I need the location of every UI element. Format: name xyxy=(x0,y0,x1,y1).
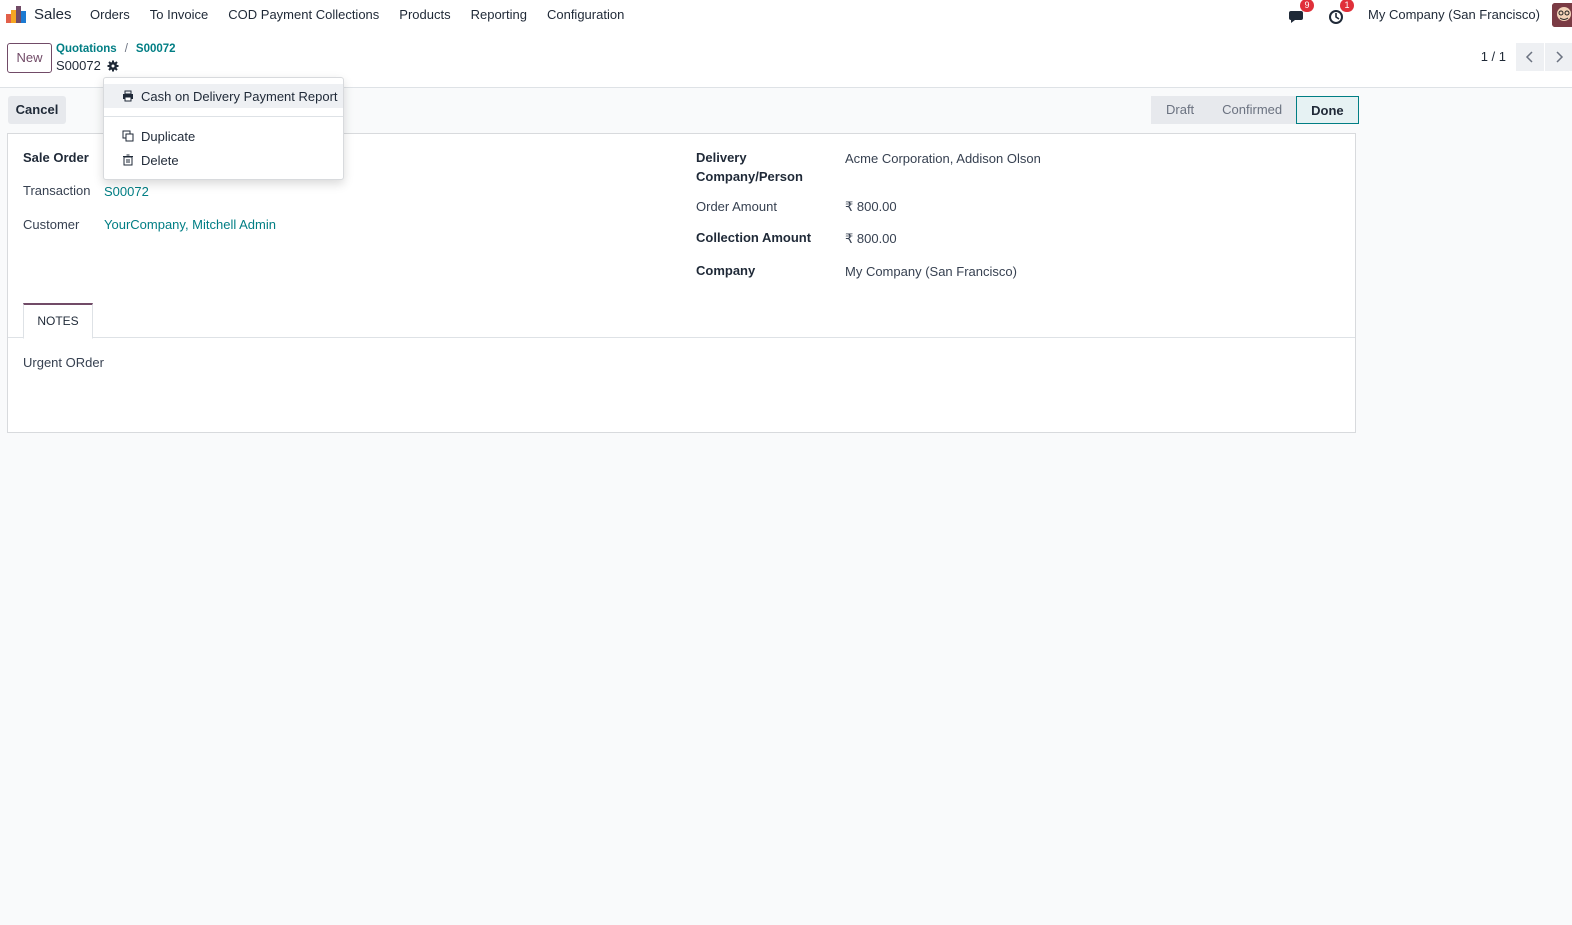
menu-to-invoice[interactable]: To Invoice xyxy=(140,0,219,29)
breadcrumb-separator: / xyxy=(124,43,128,55)
order-amount-label: Order Amount xyxy=(696,199,777,214)
customer-link[interactable]: YourCompany, Mitchell Admin xyxy=(104,217,276,232)
chevron-right-icon xyxy=(1556,51,1564,63)
top-navbar: Sales Orders To Invoice COD Payment Coll… xyxy=(0,0,1572,29)
breadcrumb-record[interactable]: S00072 xyxy=(136,43,176,55)
activities-button[interactable]: 1 xyxy=(1328,0,1355,25)
pager-previous-button[interactable] xyxy=(1516,43,1544,71)
pager-value[interactable]: 1 / 1 xyxy=(1481,49,1506,64)
menu-orders[interactable]: Orders xyxy=(80,0,140,29)
record-title-text: S00072 xyxy=(56,58,101,73)
duplicate-item[interactable]: Duplicate xyxy=(104,124,343,148)
messages-button[interactable]: 9 xyxy=(1288,0,1315,25)
stage-draft[interactable]: Draft xyxy=(1151,96,1209,124)
messages-badge: 9 xyxy=(1300,0,1315,12)
pager-next-button[interactable] xyxy=(1545,43,1572,71)
user-avatar[interactable] xyxy=(1552,2,1572,27)
customer-label: Customer xyxy=(23,217,80,232)
copy-icon xyxy=(122,130,134,142)
trash-icon xyxy=(123,154,133,166)
company-label: Company xyxy=(696,263,756,278)
breadcrumb-quotations[interactable]: Quotations xyxy=(56,43,117,55)
status-bar: Draft Confirmed Done xyxy=(1151,96,1359,124)
delivery-label-line2: Company/Person xyxy=(696,169,803,184)
main-menu: Orders To Invoice COD Payment Collection… xyxy=(80,0,634,29)
record-title: S00072 xyxy=(56,58,119,73)
print-cod-report-label: Cash on Delivery Payment Report xyxy=(141,88,338,104)
menu-cod-payment-collections[interactable]: COD Payment Collections xyxy=(218,0,389,29)
menu-products[interactable]: Products xyxy=(389,0,460,29)
transaction-link[interactable]: S00072 xyxy=(104,184,149,199)
duplicate-label: Duplicate xyxy=(141,128,196,144)
delete-label: Delete xyxy=(141,152,179,168)
collection-amount-label: Collection Amount xyxy=(696,230,812,245)
tab-notes[interactable]: NOTES xyxy=(23,303,93,339)
notes-text[interactable]: Urgent ORder xyxy=(23,355,104,370)
notebook-tabs: NOTES xyxy=(8,303,1355,339)
company-value[interactable]: My Company (San Francisco) xyxy=(845,264,1017,279)
actions-dropdown: Cash on Delivery Payment Report Duplicat… xyxy=(103,77,344,180)
stage-done[interactable]: Done xyxy=(1296,96,1359,124)
breadcrumb: Quotations / S00072 xyxy=(56,43,176,55)
sales-app-icon[interactable] xyxy=(6,5,26,23)
cancel-button[interactable]: Cancel xyxy=(8,96,66,124)
order-amount-value: ₹ 800.00 xyxy=(845,199,897,214)
new-button[interactable]: New xyxy=(7,43,52,73)
stage-confirmed[interactable]: Confirmed xyxy=(1208,96,1297,124)
menu-reporting[interactable]: Reporting xyxy=(461,0,537,29)
company-switcher[interactable]: My Company (San Francisco) xyxy=(1368,7,1540,22)
gear-icon[interactable] xyxy=(107,60,119,72)
chevron-left-icon xyxy=(1525,51,1533,63)
sale-order-label: Sale Order xyxy=(23,150,89,165)
dropdown-divider xyxy=(104,116,343,117)
app-name[interactable]: Sales xyxy=(34,6,72,23)
delivery-value[interactable]: Acme Corporation, Addison Olson xyxy=(845,151,1041,166)
transaction-label: Transaction xyxy=(23,183,91,198)
activities-badge: 1 xyxy=(1340,0,1355,12)
menu-configuration[interactable]: Configuration xyxy=(537,0,634,29)
delete-item[interactable]: Delete xyxy=(104,148,343,172)
print-cod-report-item[interactable]: Cash on Delivery Payment Report xyxy=(104,84,343,108)
systray: 9 1 My Company (San Francisco) xyxy=(1288,0,1572,29)
delivery-label-line1: Delivery xyxy=(696,150,747,165)
collection-amount-value[interactable]: ₹ 800.00 xyxy=(845,231,897,247)
print-icon xyxy=(123,90,133,102)
avatar-icon xyxy=(1552,2,1572,27)
